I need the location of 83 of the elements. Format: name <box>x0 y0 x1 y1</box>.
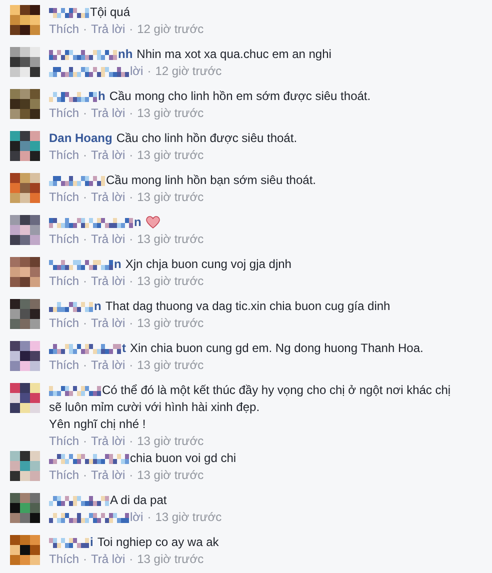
action-link[interactable]: Trả lời <box>91 551 126 568</box>
comment-text: Cầu cho linh hồn được siêu thoát. <box>116 130 298 147</box>
separator-dot: · <box>129 433 134 450</box>
comment-text: Cầu mong cho linh hồn em sớm được siêu thoát. <box>109 88 371 105</box>
separator-dot: · <box>147 509 152 526</box>
timestamp[interactable]: 12 giờ trước <box>137 21 204 38</box>
author-name[interactable]: h <box>98 88 106 105</box>
action-link[interactable]: Trả lời <box>91 105 126 122</box>
action-link[interactable]: Thích <box>49 189 80 206</box>
separator-dot: · <box>129 315 134 332</box>
separator-dot: · <box>83 551 88 568</box>
comment-text: Toi nghiep co ay wa ak <box>97 534 219 551</box>
separator-dot: · <box>129 357 134 374</box>
comment-text: Có thể đó là một kết thúc đầy hy vọng cho chị ở ngột nơi khác chị <box>102 382 451 399</box>
action-link[interactable]: Thích <box>49 105 80 122</box>
action-link[interactable]: Thích <box>49 21 80 38</box>
comment-text: That dag thuong va dag tic.xin chia buon cug gía dinh <box>105 298 390 315</box>
action-link[interactable]: Trả lời <box>91 273 126 290</box>
comment-text: Xjn chja buon cung voj gja djnh <box>125 256 292 273</box>
timestamp[interactable]: 12 giờ trước <box>155 63 222 80</box>
separator-dot: · <box>129 231 134 248</box>
comment-text: Yên nghĩ chị nhé ! <box>49 416 146 433</box>
separator-dot: · <box>129 551 134 568</box>
action-link[interactable]: Trả lời <box>91 357 126 374</box>
action-link[interactable]: Thích <box>49 357 80 374</box>
action-link[interactable]: Thích <box>49 147 80 164</box>
comment-text: Cầu mong linh hồn bạn sớm siêu thoát. <box>106 172 316 189</box>
action-link[interactable]: Thích <box>49 231 80 248</box>
separator-dot: · <box>83 105 88 122</box>
comment-text: A di da pat <box>110 492 167 509</box>
author-name[interactable]: nh <box>118 46 133 63</box>
timestamp[interactable]: 13 giờ trước <box>155 509 222 526</box>
comment-text: Nhin ma xot xa qua.chuc em an nghi <box>136 46 332 63</box>
action-link[interactable]: Trả lời <box>91 467 126 484</box>
comment-text: sẽ luôn mỉm cười với hình hài xinh đẹp. <box>49 399 260 416</box>
separator-dot: · <box>83 147 88 164</box>
separator-dot: · <box>83 433 88 450</box>
separator-dot: · <box>83 231 88 248</box>
separator-dot: · <box>129 21 134 38</box>
separator-dot: · <box>83 467 88 484</box>
timestamp[interactable]: 13 giờ trước <box>137 231 204 248</box>
author-name[interactable]: n <box>134 214 142 231</box>
action-link[interactable]: lời <box>130 509 144 526</box>
author-name[interactable]: i <box>90 534 94 551</box>
action-link[interactable]: Thích <box>49 467 80 484</box>
timestamp[interactable]: 13 giờ trước <box>137 467 204 484</box>
action-link[interactable]: Trả lời <box>91 21 126 38</box>
separator-dot: · <box>83 315 88 332</box>
comment-text: Xin chia buon cung gd em. Ng dong huong Thanh Hoa. <box>130 340 424 357</box>
timestamp[interactable]: 13 giờ trước <box>137 147 204 164</box>
author-name[interactable]: t <box>122 340 126 357</box>
action-link[interactable]: Thích <box>49 433 80 450</box>
separator-dot: · <box>147 63 152 80</box>
action-link[interactable]: Trả lời <box>91 231 126 248</box>
author-name[interactable]: Dan Hoang <box>49 130 112 147</box>
separator-dot: · <box>129 105 134 122</box>
action-link[interactable]: Trả lời <box>91 433 126 450</box>
comment-text: Tội quá <box>90 4 130 21</box>
action-link[interactable]: Thích <box>49 273 80 290</box>
action-link[interactable]: Thích <box>49 551 80 568</box>
separator-dot: · <box>129 147 134 164</box>
action-link[interactable]: Trả lời <box>91 189 126 206</box>
separator-dot: · <box>129 273 134 290</box>
timestamp[interactable]: 13 giờ trước <box>137 433 204 450</box>
timestamp[interactable]: 13 giờ trước <box>137 189 204 206</box>
separator-dot: · <box>129 189 134 206</box>
timestamp[interactable]: 13 giờ trước <box>137 357 204 374</box>
separator-dot: · <box>129 467 134 484</box>
action-link[interactable]: lời <box>130 63 144 80</box>
action-link[interactable]: Thích <box>49 315 80 332</box>
comment-text: chia buon voi gd chi <box>130 450 236 467</box>
separator-dot: · <box>83 21 88 38</box>
action-link[interactable]: Trả lời <box>91 315 126 332</box>
separator-dot: · <box>83 189 88 206</box>
author-name[interactable]: n <box>94 298 102 315</box>
separator-dot: · <box>83 357 88 374</box>
timestamp[interactable]: 13 giờ trước <box>137 315 204 332</box>
timestamp[interactable]: 13 giờ trước <box>137 105 204 122</box>
author-name[interactable]: n <box>114 256 122 273</box>
action-link[interactable]: Trả lời <box>91 147 126 164</box>
timestamp[interactable]: 13 giờ trước <box>137 273 204 290</box>
timestamp[interactable]: 13 giờ trước <box>137 551 204 568</box>
separator-dot: · <box>83 273 88 290</box>
